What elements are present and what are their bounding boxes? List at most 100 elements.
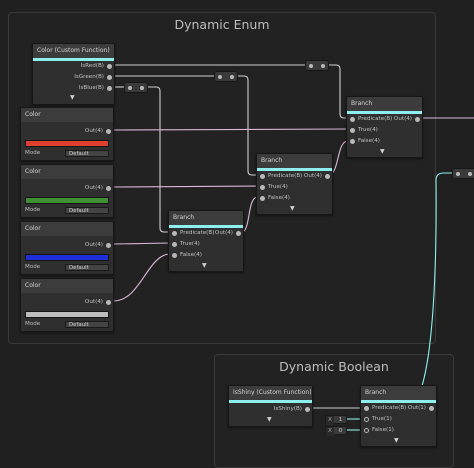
output-port-isred[interactable]: IsRed(B) <box>81 62 104 70</box>
chevron-down-icon[interactable]: ▼ <box>267 416 272 423</box>
output-dot[interactable] <box>106 128 111 134</box>
input-port-true[interactable]: True(4) <box>180 240 200 248</box>
reroute-dot[interactable] <box>140 85 144 90</box>
true-value-field[interactable]: X 1 <box>325 415 347 425</box>
node-title: Branch <box>347 97 422 111</box>
color-node-white[interactable]: Color Out(4) Mode Default <box>20 278 114 332</box>
node-accent-bar <box>169 225 243 228</box>
reroute-node[interactable] <box>214 71 238 82</box>
branch-node-low[interactable]: Branch Predicate(B) True(4) False(4) Out… <box>168 210 244 272</box>
branch-node-top[interactable]: Branch Predicate(B) True(4) False(4) Out… <box>346 96 423 158</box>
output-dot[interactable] <box>325 174 330 179</box>
output-port-out[interactable]: Out(1) <box>408 404 426 412</box>
output-port-out[interactable]: Out(4) <box>215 229 233 237</box>
node-title: Branch <box>257 154 332 168</box>
output-port-isgreen[interactable]: IsGreen(B) <box>74 73 104 81</box>
input-dot[interactable] <box>364 428 369 433</box>
input-port-false[interactable]: False(4) <box>358 137 380 145</box>
reroute-dot[interactable] <box>456 171 460 176</box>
input-port-false[interactable]: False(1) <box>372 426 394 434</box>
branch-node-boolean[interactable]: Branch Predicate(B) True(1) False(1) Out… <box>360 385 437 447</box>
node-accent-bar <box>229 400 312 403</box>
false-value-field[interactable]: X 0 <box>325 426 347 436</box>
output-dot[interactable] <box>415 117 420 122</box>
output-dot[interactable] <box>107 85 112 91</box>
reroute-dot[interactable] <box>218 74 222 79</box>
color-swatch-white[interactable] <box>25 311 109 318</box>
reroute-dot[interactable] <box>468 171 472 176</box>
branch-node-mid[interactable]: Branch Predicate(B) True(4) False(4) Out… <box>256 153 333 215</box>
true-value[interactable]: 1 <box>336 417 343 423</box>
mode-dropdown[interactable]: Default <box>65 321 109 328</box>
input-port-true[interactable]: True(1) <box>372 415 392 423</box>
output-port-out[interactable]: Out(4) <box>304 172 322 180</box>
input-port-predicate[interactable]: Predicate(B) <box>358 115 392 123</box>
isshiny-custom-function-node[interactable]: IsShiny (Custom Function) IsShiny(B) ▼ <box>228 385 313 427</box>
output-port-out[interactable]: Out(4) <box>85 298 103 306</box>
output-dot[interactable] <box>106 299 111 305</box>
input-dot[interactable] <box>364 417 369 422</box>
chevron-down-icon[interactable]: ▼ <box>380 148 385 155</box>
input-port-false[interactable]: False(4) <box>268 194 290 202</box>
input-dot[interactable] <box>172 242 177 247</box>
reroute-dot[interactable] <box>321 63 325 68</box>
input-port-predicate[interactable]: Predicate(B) <box>180 229 214 237</box>
input-dot[interactable] <box>172 253 177 258</box>
output-port-isblue[interactable]: IsBlue(B) <box>79 84 104 92</box>
color-swatch-red[interactable] <box>25 140 109 147</box>
input-port-false[interactable]: False(4) <box>180 251 202 259</box>
output-dot[interactable] <box>429 406 434 411</box>
color-swatch-green[interactable] <box>25 197 109 204</box>
color-node-blue[interactable]: Color Out(4) Mode Default <box>20 221 114 275</box>
mode-dropdown[interactable]: Default <box>65 264 109 271</box>
false-value[interactable]: 0 <box>336 428 343 434</box>
chevron-down-icon[interactable]: ▼ <box>202 262 207 269</box>
color-node-green[interactable]: Color Out(4) Mode Default <box>20 164 114 218</box>
input-port-predicate[interactable]: Predicate(B) <box>268 172 302 180</box>
input-dot[interactable] <box>350 128 355 133</box>
reroute-dot[interactable] <box>128 85 132 90</box>
input-port-true[interactable]: True(4) <box>268 183 288 191</box>
axis-tag: X <box>326 416 334 425</box>
color-swatch-blue[interactable] <box>25 254 109 261</box>
output-port-isshiny[interactable]: IsShiny(B) <box>274 405 302 413</box>
color-custom-function-node[interactable]: Color (Custom Function) IsRed(B) IsGreen… <box>32 43 115 105</box>
output-dot[interactable] <box>236 231 241 236</box>
input-dot[interactable] <box>172 231 177 236</box>
node-title: IsShiny (Custom Function) <box>229 386 312 400</box>
input-port-true[interactable]: True(4) <box>358 126 378 134</box>
chevron-down-icon[interactable]: ▼ <box>290 205 295 212</box>
node-accent-bar <box>257 168 332 171</box>
input-dot[interactable] <box>350 139 355 144</box>
node-title: Branch <box>169 211 243 225</box>
output-port-out[interactable]: Out(4) <box>85 241 103 249</box>
input-port-predicate[interactable]: Predicate(B) <box>372 404 406 412</box>
output-dot[interactable] <box>107 63 112 69</box>
chevron-down-icon[interactable]: ▼ <box>70 94 75 101</box>
mode-dropdown[interactable]: Default <box>65 207 109 214</box>
reroute-dot[interactable] <box>230 74 234 79</box>
chevron-down-icon[interactable]: ▼ <box>394 437 399 444</box>
output-port-out[interactable]: Out(4) <box>85 127 103 135</box>
output-dot[interactable] <box>107 74 112 80</box>
input-dot[interactable] <box>260 196 265 201</box>
node-title: Color <box>21 165 113 179</box>
input-dot[interactable] <box>260 174 265 179</box>
node-title: Color <box>21 222 113 236</box>
reroute-node[interactable] <box>452 168 474 179</box>
color-node-red[interactable]: Color Out(4) Mode Default <box>20 107 114 161</box>
input-dot[interactable] <box>350 117 355 122</box>
output-port-out[interactable]: Out(4) <box>394 115 412 123</box>
output-dot[interactable] <box>305 406 310 412</box>
mode-dropdown[interactable]: Default <box>65 150 109 157</box>
reroute-node[interactable] <box>305 60 329 71</box>
input-dot[interactable] <box>364 406 369 411</box>
input-dot[interactable] <box>260 185 265 190</box>
mode-label: Mode <box>25 264 41 270</box>
output-dot[interactable] <box>106 185 111 191</box>
reroute-node[interactable] <box>124 82 148 93</box>
output-port-out[interactable]: Out(4) <box>85 184 103 192</box>
reroute-dot[interactable] <box>309 63 313 68</box>
node-accent-bar <box>361 400 436 403</box>
output-dot[interactable] <box>106 242 111 248</box>
